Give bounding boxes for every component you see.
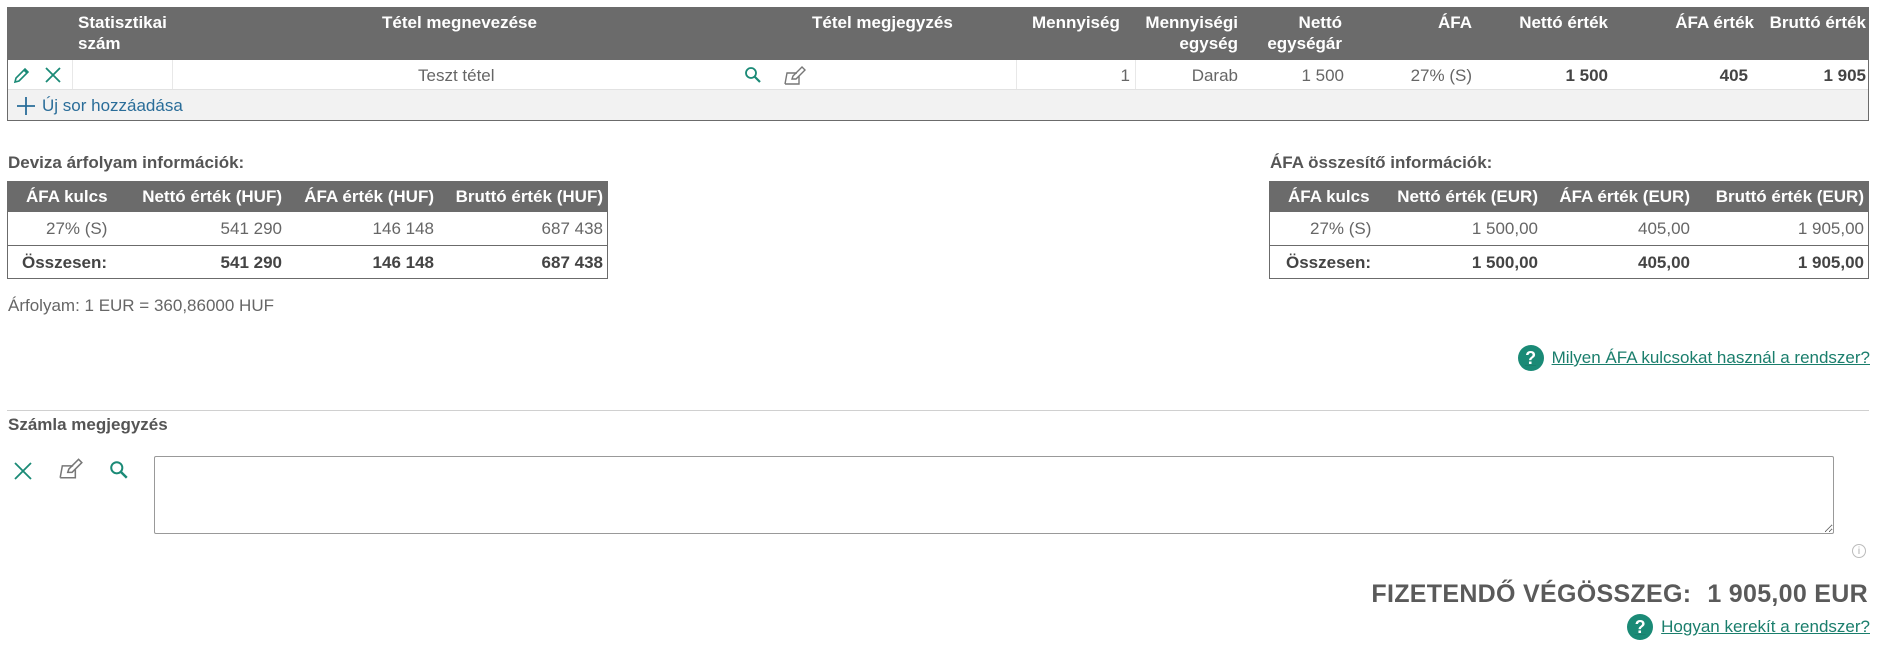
invoice-note-title: Számla megjegyzés (8, 415, 168, 434)
vat-summary-table: ÁFA kulcs Nettó érték (EUR) ÁFA érték (E… (1269, 181, 1869, 279)
cell: 687 438 (541, 219, 603, 238)
search-icon[interactable] (109, 460, 129, 480)
note-edit-icon[interactable] (783, 64, 807, 86)
items-table: Statisztikai szám Tétel megnevezése Téte… (7, 7, 1869, 121)
cell: 541 290 (220, 253, 282, 272)
plus-icon (16, 96, 36, 116)
add-row-label: Új sor hozzáadása (42, 96, 183, 115)
header-vat: ÁFA (1438, 13, 1472, 32)
vat-summary-header: ÁFA kulcs Nettó érték (EUR) ÁFA érték (E… (1270, 182, 1868, 212)
cell: 27% (S) (1310, 219, 1372, 238)
header-item-note: Tétel megjegyzés (812, 13, 953, 32)
header-quantity: Mennyiség (1032, 13, 1120, 32)
pencil-icon[interactable] (12, 65, 32, 85)
col-header: Bruttó érték (EUR) (1715, 187, 1864, 206)
cell: 1 500,00 (1471, 219, 1538, 238)
table-row: 27% (S) 1 500,00 405,00 1 905,00 (1270, 212, 1868, 246)
close-icon[interactable] (43, 65, 63, 85)
vat-summary-title: ÁFA összesítő információk: (1270, 153, 1493, 172)
cell: 1 905,00 (1797, 253, 1864, 272)
net-unit-price-cell[interactable]: 1 500 (1248, 66, 1344, 86)
vat-rates-help-label: Milyen ÁFA kulcsokat használ a rendszer? (1551, 348, 1870, 367)
cell: 405,00 (1638, 253, 1690, 272)
gross-value-cell: 1 905 (1823, 66, 1866, 85)
total-row: Összesen: 541 290 146 148 687 438 (8, 246, 607, 279)
col-header: ÁFA kulcs (1288, 187, 1370, 206)
vat-value-cell: 405 (1719, 66, 1748, 85)
vat-cell[interactable]: 27% (S) (1368, 66, 1472, 86)
cell: 1 500,00 (1471, 253, 1538, 272)
header-unit: Mennyiségi egység (1145, 13, 1238, 53)
col-header: Nettó érték (HUF) (142, 187, 282, 206)
col-header: Bruttó érték (HUF) (455, 187, 603, 206)
header-stat-num: Statisztikai szám (78, 13, 167, 53)
col-header: Nettó érték (EUR) (1397, 187, 1538, 206)
rounding-help-label: Hogyan kerekít a rendszer? (1661, 617, 1870, 636)
cell: Összesen: (1286, 253, 1372, 272)
grand-total: FIZETENDŐ VÉGÖSSZEG: 1 905,00 EUR (1371, 580, 1868, 609)
table-row: Teszt tétel 1 Darab 1 500 27% (S) 1 500 … (8, 60, 1868, 90)
rounding-help-link[interactable]: ? Hogyan kerekít a rendszer? (1627, 614, 1870, 640)
help-icon: ? (1517, 345, 1544, 371)
table-row: 27% (S) 541 290 146 148 687 438 (8, 212, 607, 246)
cell: 541 290 (220, 219, 282, 238)
cell: 1 905,00 (1797, 219, 1864, 238)
net-value-cell: 1 500 (1565, 66, 1608, 85)
close-icon[interactable] (12, 460, 34, 482)
currency-info-title: Deviza árfolyam információk: (8, 153, 245, 172)
cell: Összesen: (22, 253, 108, 272)
col-header: ÁFA kulcs (26, 187, 108, 206)
currency-info-table: ÁFA kulcs Nettó érték (HUF) ÁFA érték (H… (7, 181, 608, 279)
header-vat-value: ÁFA érték (1675, 13, 1754, 32)
col-header: ÁFA érték (EUR) (1559, 187, 1690, 206)
search-icon[interactable] (744, 66, 762, 84)
cell: 146 148 (372, 219, 434, 238)
note-edit-icon[interactable] (58, 456, 84, 480)
total-row: Összesen: 1 500,00 405,00 1 905,00 (1270, 246, 1868, 279)
header-net-unit-price: Nettó egységár (1267, 13, 1342, 53)
header-gross-value: Bruttó érték (1769, 13, 1866, 32)
vat-rates-help-link[interactable]: ? Milyen ÁFA kulcsokat használ a rendsze… (1517, 345, 1870, 371)
cell: 146 148 (372, 253, 434, 272)
currency-info-header: ÁFA kulcs Nettó érték (HUF) ÁFA érték (H… (8, 182, 607, 212)
help-icon: ? (1627, 614, 1654, 640)
items-table-header: Statisztikai szám Tétel megnevezése Téte… (8, 8, 1868, 60)
grand-total-label: FIZETENDŐ VÉGÖSSZEG: (1371, 580, 1692, 608)
cell: 687 438 (541, 253, 603, 272)
col-header: ÁFA érték (HUF) (304, 187, 434, 206)
cell: 27% (S) (46, 219, 108, 238)
cell: 405,00 (1638, 219, 1690, 238)
invoice-note-textarea[interactable] (154, 456, 1834, 534)
info-icon[interactable]: i (1852, 544, 1866, 558)
unit-cell[interactable]: Darab (1138, 66, 1238, 86)
add-row-button[interactable]: Új sor hozzáadása (16, 96, 183, 116)
grand-total-value: 1 905,00 EUR (1707, 580, 1868, 608)
quantity-cell[interactable]: 1 (1018, 66, 1130, 86)
divider (7, 410, 1869, 411)
header-net-value: Nettó érték (1519, 13, 1608, 32)
item-name-cell[interactable]: Teszt tétel (418, 66, 495, 86)
exchange-rate-text: Árfolyam: 1 EUR = 360,86000 HUF (8, 296, 274, 315)
header-item-name: Tétel megnevezése (382, 13, 537, 32)
